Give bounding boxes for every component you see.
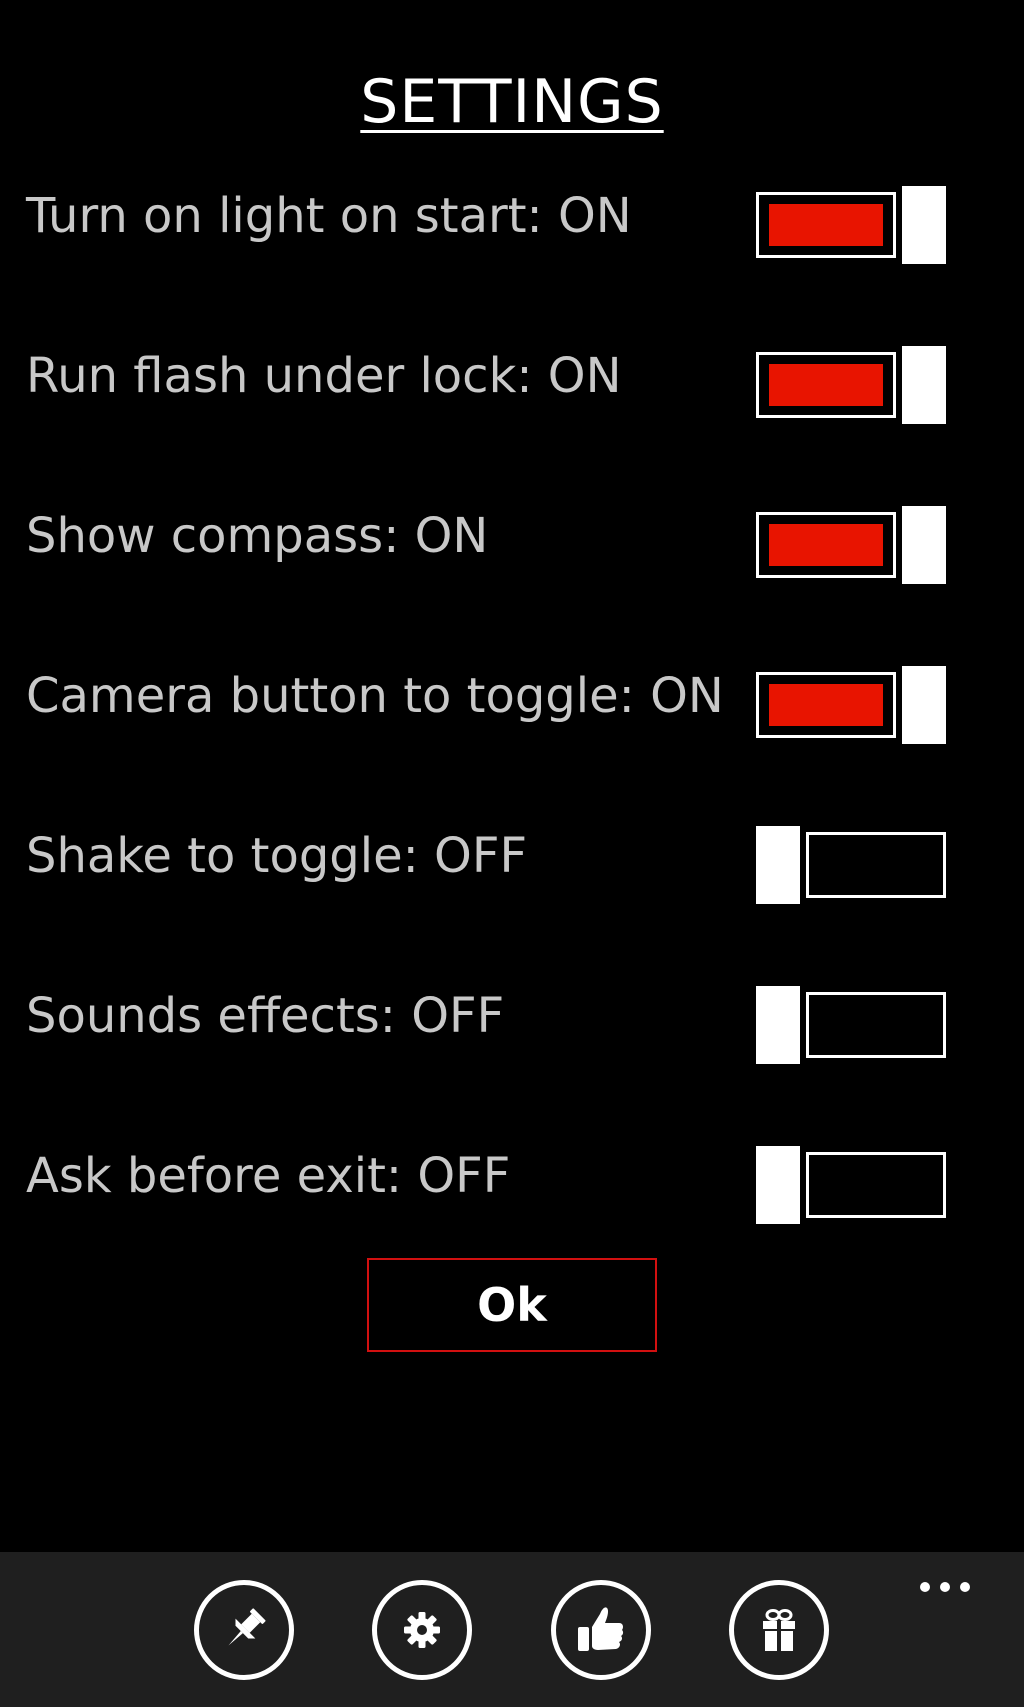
toggle-thumb[interactable] xyxy=(902,666,946,744)
toggle-track xyxy=(806,832,946,898)
setting-row-sound-effects: Sounds effects: OFF xyxy=(0,976,1024,1086)
toggle-sound-effects[interactable] xyxy=(756,986,946,1064)
gift-button[interactable] xyxy=(729,1580,829,1680)
gift-icon xyxy=(763,1609,795,1652)
toggle-thumb[interactable] xyxy=(902,506,946,584)
gear-icon xyxy=(404,1612,440,1648)
settings-button[interactable] xyxy=(372,1580,472,1680)
setting-row-camera-button: Camera button to toggle: ON xyxy=(0,656,1024,766)
setting-row-flash-under-lock: Run flash under lock: ON xyxy=(0,336,1024,446)
toggle-camera-button[interactable] xyxy=(756,666,946,744)
ok-button[interactable]: Ok xyxy=(367,1258,657,1352)
thumbs-up-icon xyxy=(578,1607,624,1651)
toggle-ask-before-exit[interactable] xyxy=(756,1146,946,1224)
setting-label-shake-to-toggle: Shake to toggle: OFF xyxy=(26,828,528,884)
setting-row-show-compass: Show compass: ON xyxy=(0,496,1024,606)
toggle-flash-under-lock[interactable] xyxy=(756,346,946,424)
toggle-track xyxy=(806,1152,946,1218)
setting-label-light-on-start: Turn on light on start: ON xyxy=(26,188,632,244)
toggle-thumb[interactable] xyxy=(756,986,800,1064)
app-bar xyxy=(0,1552,1024,1707)
toggle-thumb[interactable] xyxy=(902,186,946,264)
setting-row-shake-to-toggle: Shake to toggle: OFF xyxy=(0,816,1024,926)
toggle-light-on-start[interactable] xyxy=(756,186,946,264)
like-button[interactable] xyxy=(551,1580,651,1680)
toggle-fill xyxy=(769,364,883,406)
toggle-thumb[interactable] xyxy=(902,346,946,424)
toggle-fill xyxy=(769,684,883,726)
setting-label-flash-under-lock: Run flash under lock: ON xyxy=(26,348,622,404)
toggle-show-compass[interactable] xyxy=(756,506,946,584)
pin-button[interactable] xyxy=(194,1580,294,1680)
toggle-fill xyxy=(769,524,883,566)
toggle-track xyxy=(806,992,946,1058)
page-title: SETTINGS xyxy=(360,67,664,137)
pin-icon xyxy=(228,1608,266,1646)
setting-label-ask-before-exit: Ask before exit: OFF xyxy=(26,1148,511,1204)
more-icon[interactable] xyxy=(910,1572,980,1602)
toggle-fill xyxy=(769,204,883,246)
setting-label-show-compass: Show compass: ON xyxy=(26,508,489,564)
setting-label-sound-effects: Sounds effects: OFF xyxy=(26,988,505,1044)
toggle-shake-to-toggle[interactable] xyxy=(756,826,946,904)
toggle-thumb[interactable] xyxy=(756,826,800,904)
setting-row-ask-before-exit: Ask before exit: OFF xyxy=(0,1136,1024,1246)
toggle-thumb[interactable] xyxy=(756,1146,800,1224)
setting-label-camera-button: Camera button to toggle: ON xyxy=(26,668,724,724)
setting-row-light-on-start: Turn on light on start: ON xyxy=(0,176,1024,286)
